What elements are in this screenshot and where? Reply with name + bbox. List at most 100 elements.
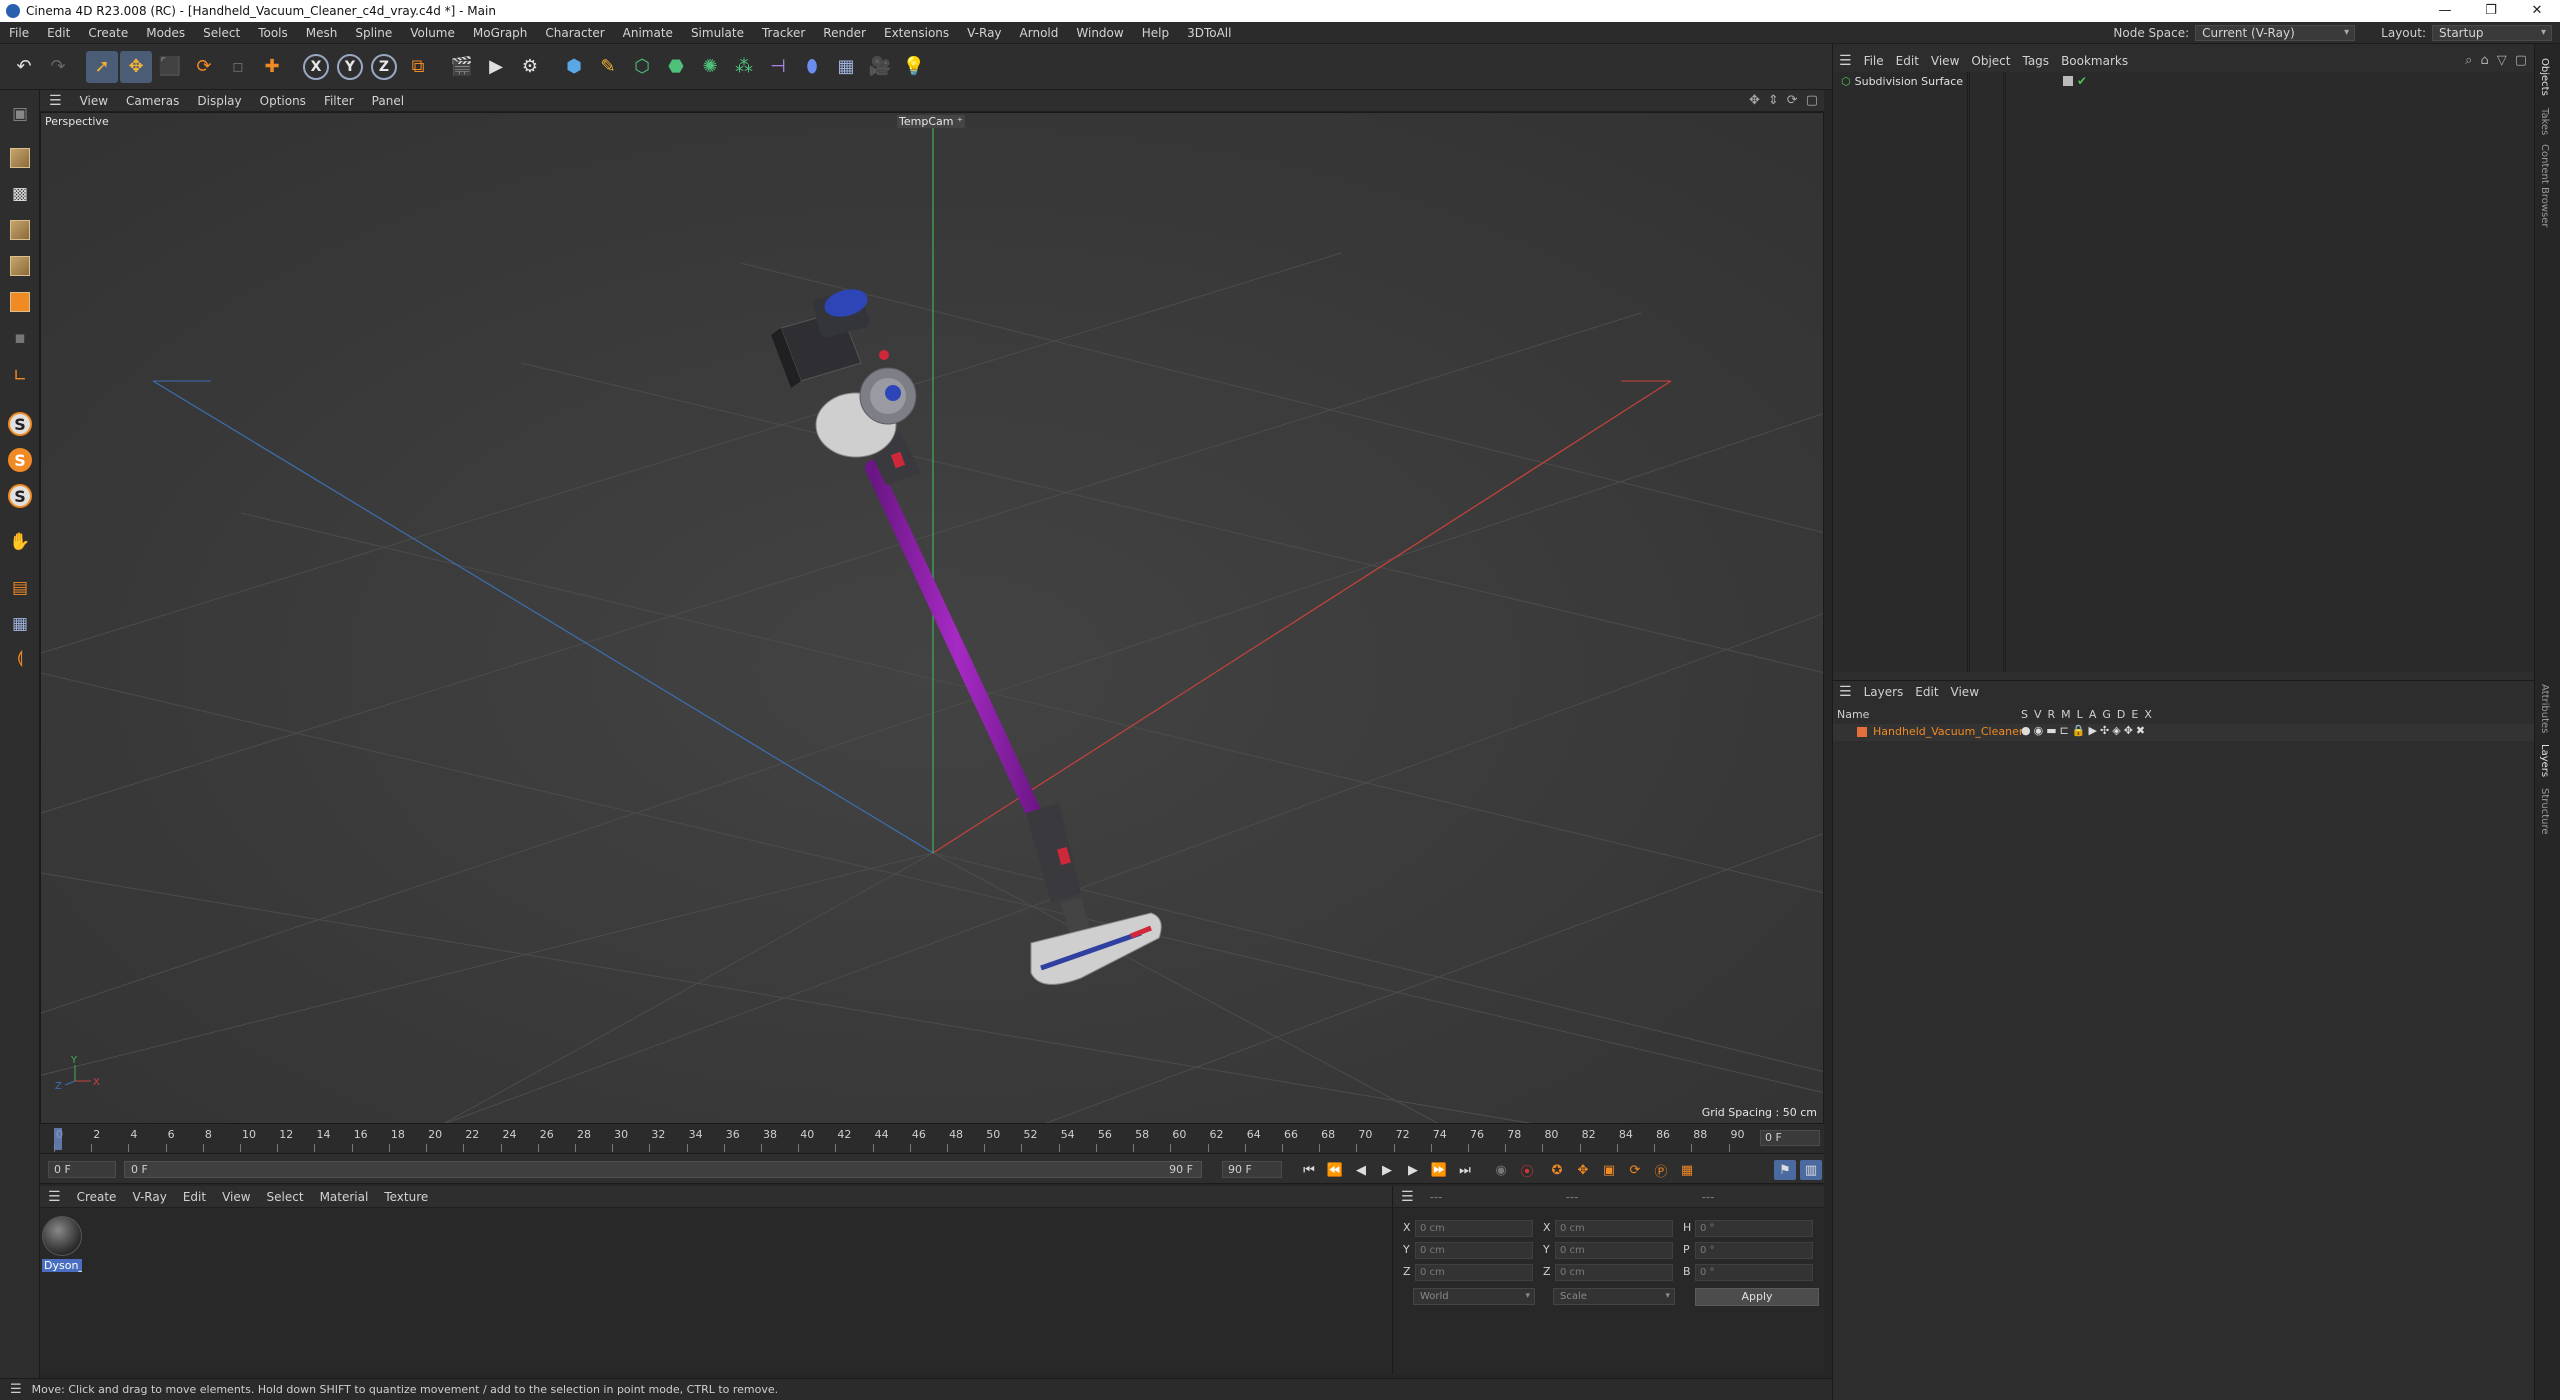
mograph-button[interactable]: ⁂ [728, 51, 760, 83]
make-editable-button[interactable]: ▣ [4, 98, 36, 130]
redo-button[interactable]: ↷ [42, 51, 74, 83]
coordinate-mode-dropdown[interactable]: World [1413, 1288, 1535, 1305]
start-frame-field[interactable]: 0 F [48, 1161, 116, 1178]
layer-menu-edit[interactable]: Edit [1909, 681, 1944, 703]
menu-select[interactable]: Select [194, 22, 249, 44]
maximize-button[interactable]: ❐ [2468, 0, 2514, 22]
menu-simulate[interactable]: Simulate [682, 22, 753, 44]
minimize-button[interactable]: — [2422, 0, 2468, 22]
current-frame-field[interactable]: 0 F [1760, 1130, 1820, 1146]
object-new-window-icon[interactable]: ▢ [2515, 53, 2527, 68]
active-camera-label[interactable]: TempCam ⁺ [897, 115, 965, 128]
previous-frame-button[interactable]: ◀ [1350, 1160, 1372, 1180]
object-search-icon[interactable]: ⌕ [2465, 53, 2472, 68]
key-parameter-button[interactable]: Ⓟ [1650, 1160, 1672, 1180]
light-button[interactable]: 💡 [898, 51, 930, 83]
material-menu-material[interactable]: Material [312, 1186, 377, 1208]
rot-h-field[interactable]: 0 ° [1695, 1220, 1813, 1237]
object-hamburger-icon[interactable]: ☰ [1833, 50, 1858, 72]
coordinate-system-button[interactable]: ⧉ [402, 51, 434, 83]
material-menu-view[interactable]: View [214, 1186, 258, 1208]
object-menu-edit[interactable]: Edit [1890, 50, 1925, 72]
viewport-move-icon[interactable]: ✥ [1749, 93, 1760, 108]
object-menu-object[interactable]: Object [1965, 50, 2016, 72]
menu-file[interactable]: File [0, 22, 38, 44]
3d-viewport[interactable]: Y X Z Perspective TempCam ⁺ Grid Spacing… [40, 112, 1824, 1124]
x-axis-button[interactable]: X [300, 51, 332, 83]
size-y-field[interactable]: 0 cm [1555, 1242, 1673, 1259]
record-active-button[interactable]: ◉ [1490, 1160, 1512, 1180]
scale-tool-button[interactable]: ⬛ [154, 51, 186, 83]
layer-hamburger-icon[interactable]: ☰ [1833, 681, 1858, 703]
material-menu-select[interactable]: Select [259, 1186, 312, 1208]
object-menu-view[interactable]: View [1925, 50, 1965, 72]
viewport-hamburger-icon[interactable]: ☰ [40, 90, 71, 112]
layer-expression-icon[interactable]: ✥ [2124, 724, 2133, 737]
layout-dropdown[interactable]: Startup [2432, 25, 2552, 41]
object-row-subdivision-surface[interactable]: ⬡ Subdivision Surface ✔ [1841, 74, 2087, 88]
material-menu-edit[interactable]: Edit [175, 1186, 214, 1208]
status-hamburger-icon[interactable]: ☰ [0, 1379, 32, 1400]
workplane-button[interactable]: ∟ [4, 360, 36, 392]
go-to-end-button[interactable]: ⏭ [1454, 1160, 1476, 1180]
material-menu-vray[interactable]: V-Ray [124, 1186, 174, 1208]
menu-extensions[interactable]: Extensions [875, 22, 958, 44]
layer-lock-icon[interactable]: 🔒 [2072, 724, 2086, 737]
layer-animation-icon[interactable]: ▶ [2089, 724, 2097, 737]
timeline-playhead[interactable] [54, 1128, 62, 1150]
object-menu-tags[interactable]: Tags [2016, 50, 2055, 72]
menu-arnold[interactable]: Arnold [1011, 22, 1068, 44]
node-space-dropdown[interactable]: Current (V-Ray) [2195, 25, 2356, 41]
timeline-ruler[interactable]: 0246810121416182022242628303234363840424… [40, 1124, 1824, 1154]
next-key-button[interactable]: ⏩ [1428, 1160, 1450, 1180]
layer-row[interactable]: Handheld_Vacuum_Cleaner ● ◉ ▬ ⊏ 🔒 ▶ ✣ ◈ … [1833, 724, 2535, 741]
quantize-button[interactable]: S [4, 480, 36, 512]
layer-deformer-icon[interactable]: ◈ [2112, 724, 2120, 737]
tab-objects[interactable]: Objects [2539, 58, 2550, 96]
menu-mograph[interactable]: MoGraph [464, 22, 537, 44]
rot-p-field[interactable]: 0 ° [1695, 1242, 1813, 1259]
object-menu-file[interactable]: File [1858, 50, 1890, 72]
cloner-button[interactable]: ✺ [694, 51, 726, 83]
pos-y-field[interactable]: 0 cm [1415, 1242, 1533, 1259]
material-menu-create[interactable]: Create [69, 1186, 125, 1208]
tab-layers[interactable]: Layers [2539, 744, 2550, 777]
layer-generator-icon[interactable]: ✣ [2100, 724, 2109, 737]
viewport-toggle-layout-icon[interactable]: ▢ [1806, 93, 1818, 108]
rotate-tool-button[interactable]: ⟳ [188, 51, 220, 83]
key-pla-button[interactable]: ▦ [1676, 1160, 1698, 1180]
material-menu-texture[interactable]: Texture [376, 1186, 436, 1208]
object-home-icon[interactable]: ⌂ [2480, 53, 2488, 68]
snap-button[interactable]: S [4, 408, 36, 440]
viewport-menu-display[interactable]: Display [188, 90, 250, 112]
points-mode-button[interactable] [4, 214, 36, 246]
next-frame-button[interactable]: ▶ [1402, 1160, 1424, 1180]
menu-animate[interactable]: Animate [614, 22, 682, 44]
timeline-window-button[interactable]: ▥ [1800, 1160, 1822, 1180]
render-region-button[interactable]: 🎬 [446, 51, 478, 83]
object-menu-bookmarks[interactable]: Bookmarks [2055, 50, 2134, 72]
render-settings-button[interactable]: ⚙ [514, 51, 546, 83]
menu-vray[interactable]: V-Ray [958, 22, 1010, 44]
size-mode-dropdown[interactable]: Scale [1553, 1288, 1675, 1305]
end-frame-field[interactable]: 90 F [1222, 1161, 1282, 1178]
layer-color-swatch[interactable] [1857, 727, 1867, 737]
apply-button[interactable]: Apply [1695, 1288, 1819, 1306]
grid-snap-button[interactable]: ▤ [4, 572, 36, 604]
previous-key-button[interactable]: ⏪ [1324, 1160, 1346, 1180]
material-hamburger-icon[interactable]: ☰ [40, 1186, 69, 1208]
move-tool-button[interactable]: ✥ [120, 50, 152, 83]
rot-b-field[interactable]: 0 ° [1695, 1264, 1813, 1281]
tab-content-browser[interactable]: Content Browser [2539, 144, 2550, 227]
viewport-menu-filter[interactable]: Filter [315, 90, 363, 112]
go-to-start-button[interactable]: ⏮ [1298, 1160, 1320, 1180]
layer-xref-icon[interactable]: ✖ [2136, 724, 2145, 737]
layer-menu-layers[interactable]: Layers [1858, 681, 1910, 703]
tab-attributes[interactable]: Attributes [2539, 684, 2550, 733]
layer-visible-icon[interactable]: ◉ [2034, 724, 2044, 737]
snap-settings-button[interactable]: S [4, 444, 36, 476]
size-z-field[interactable]: 0 cm [1555, 1264, 1673, 1281]
menu-volume[interactable]: Volume [401, 22, 464, 44]
floor-button[interactable]: ▦ [830, 51, 862, 83]
deformer-button[interactable]: ⊣ [762, 51, 794, 83]
